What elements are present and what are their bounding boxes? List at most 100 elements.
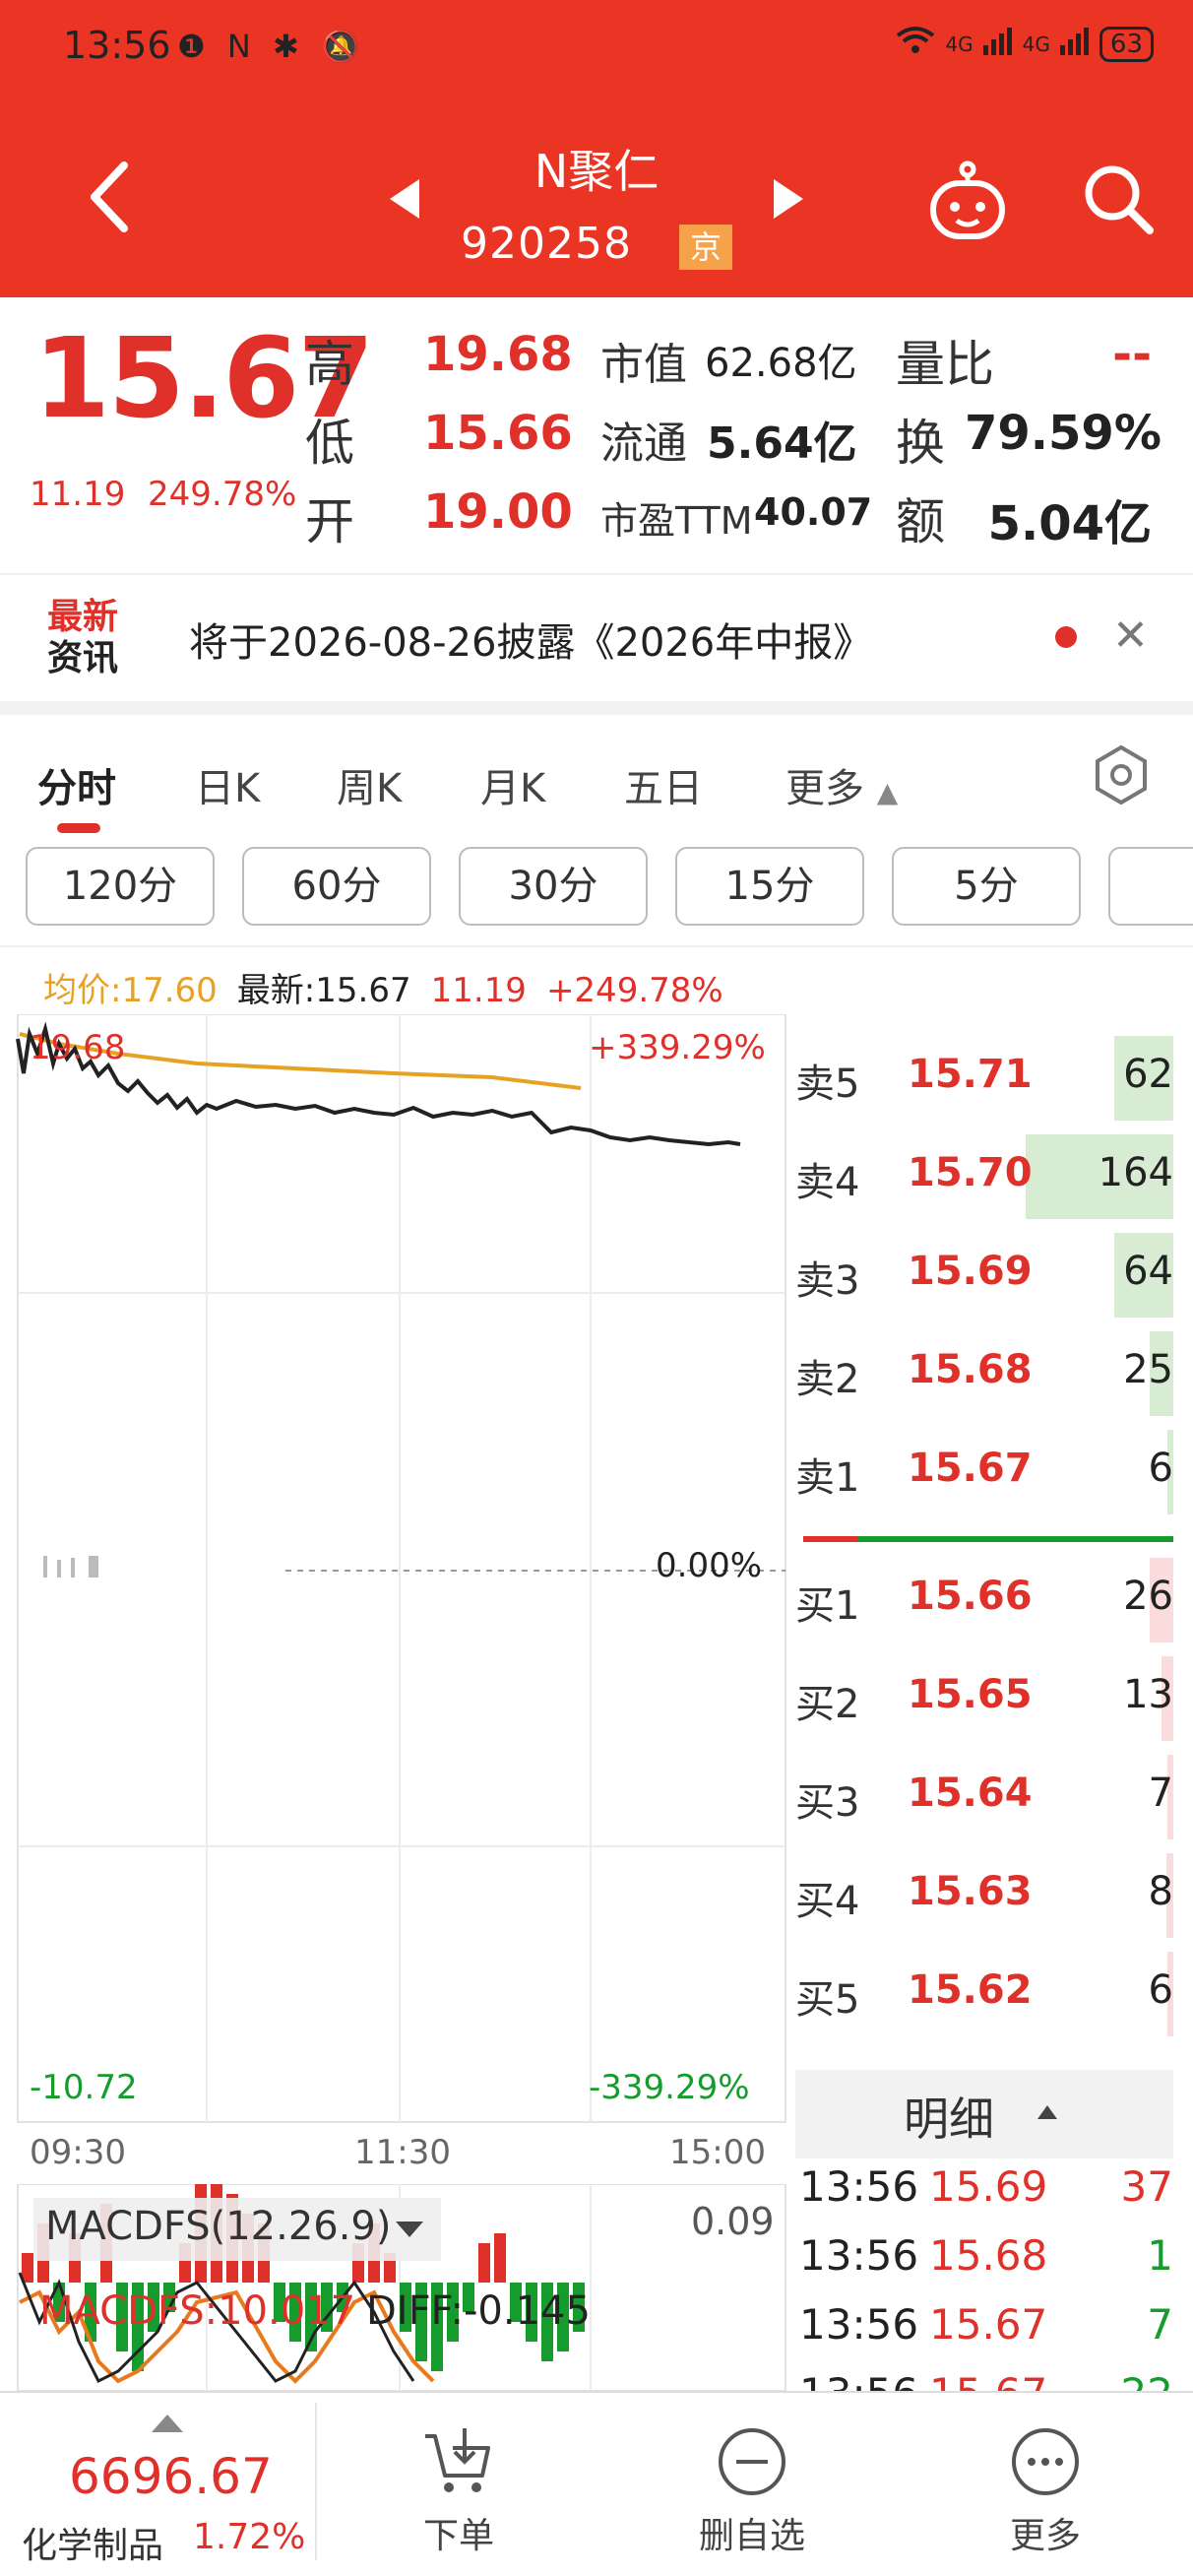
tab-daily-k[interactable]: 日K [195,756,260,813]
tab-monthly-k[interactable]: 月K [480,756,545,813]
interval-5[interactable]: 5分 [892,847,1081,926]
bid-label: 买3 [795,1780,860,1826]
float-value: 5.64亿 [707,419,857,469]
interval-30[interactable]: 30分 [459,847,648,926]
cart-download-icon [425,2428,490,2492]
sector-index-value[interactable]: 6696.67 [69,2448,273,2505]
pe-label: 市盈TTM [600,499,753,543]
axis-top-right: +339.29% [589,1028,766,1067]
bid-level-2[interactable]: 买2 15.65 13 [795,1644,1173,1743]
bid-price: 15.65 [908,1672,1033,1717]
vol-tick-4 [89,1556,98,1578]
active-tab-indicator [57,823,100,833]
news-text[interactable]: 将于2026-08-26披露《2026年中报》 [189,611,872,668]
chevron-down-icon[interactable] [396,2222,423,2237]
status-bar: 13:56 ❶ N ✱ 🔕 4G 4G 63 [0,0,1193,98]
axis-bottom-right: -339.29% [589,2068,750,2107]
bid-ask-separator-red [803,1536,858,1542]
more-button[interactable]: 更多 [947,2422,1144,2560]
signal-icon-2 [1059,26,1090,63]
volume-ratio-label: 量比 [896,336,994,393]
pe-value: 40.07 [754,490,873,534]
ask-label: 卖3 [795,1258,860,1304]
ask-level-2[interactable]: 卖2 15.68 25 [795,1320,1173,1418]
ask-level-1[interactable]: 卖1 15.67 6 [795,1418,1173,1516]
vol-tick-1 [43,1556,47,1578]
trade-price: 15.69 [929,2162,1048,2211]
amount-label: 额 [896,493,945,550]
signal-4g-label-2: 4G [1022,32,1050,56]
bid-level-1[interactable]: 买1 15.66 26 [795,1546,1173,1644]
next-stock-button[interactable] [774,179,803,219]
trade-detail-header[interactable]: 明细 [795,2070,1173,2158]
status-right: 4G 4G 63 [896,26,1154,63]
high-value: 19.68 [423,327,573,382]
interval-120[interactable]: 120分 [26,847,215,926]
amount-value: 5.04亿 [987,496,1152,551]
ask-volume: 164 [1098,1150,1173,1195]
order-button[interactable]: 下单 [360,2422,557,2560]
ask-level-5[interactable]: 卖5 15.71 62 [795,1024,1173,1123]
axis-bottom-left: -10.72 [30,2068,138,2107]
close-icon[interactable]: ✕ [1112,611,1149,661]
volume-ratio-value: -- [1112,327,1152,382]
tab-five-day[interactable]: 五日 [624,756,703,813]
ask-level-4[interactable]: 卖4 15.70 164 [795,1123,1173,1221]
order-book[interactable]: 卖5 15.71 62 卖4 15.70 164 卖3 15.69 64 卖2 15.68 25 卖1 1… [795,1024,1193,2038]
battery-indicator: 63 [1099,27,1154,62]
macd-diff-text: DIFF:-0.145 [366,2288,591,2334]
news-logo-line1: 最新 [47,597,119,637]
news-banner[interactable]: 最新 资讯 将于2026-08-26披露《2026年中报》 [0,573,1193,701]
remove-watchlist-label: 删自选 [698,2516,805,2556]
robot-assistant-icon[interactable] [923,158,1012,246]
macd-value-text: MACDFS:10.017 [39,2288,356,2334]
remove-watchlist-button[interactable]: 删自选 [654,2422,850,2560]
ask-price: 15.70 [908,1150,1033,1195]
exchange-badge: 京 [679,225,732,270]
trade-detail-title: 明细 [904,2093,994,2146]
bid-level-3[interactable]: 买3 15.64 7 [795,1743,1173,1841]
bid-price: 15.64 [908,1771,1033,1816]
ask-level-3[interactable]: 卖3 15.69 64 [795,1221,1173,1320]
bid-price: 15.62 [908,1967,1033,2013]
trade-price: 15.67 [929,2300,1048,2349]
settings-hex-icon[interactable] [1091,744,1152,805]
bid-volume: 26 [1123,1574,1173,1619]
axis-mid-right: 0.00% [656,1546,763,1585]
macd-selector-label[interactable]: MACDFS(12.26.9) [45,2204,391,2249]
toolbar-separator [315,2403,317,2560]
ask-volume: 62 [1123,1052,1173,1097]
bid-volume: 7 [1148,1771,1173,1816]
float-label: 流通 [600,419,687,469]
open-label: 开 [305,493,354,550]
bid-volume: 13 [1123,1672,1173,1717]
trade-time: 13:56 [799,2300,919,2349]
expand-up-icon[interactable] [152,2415,183,2432]
more-button-label: 更多 [1009,2516,1081,2556]
time-mid: 11:30 [354,2133,451,2172]
interval-60[interactable]: 60分 [242,847,431,926]
tab-weekly-k[interactable]: 周K [337,756,402,813]
unread-dot [1055,626,1077,648]
bid-level-4[interactable]: 买4 15.63 8 [795,1841,1173,1940]
bid-label: 买5 [795,1977,860,2023]
interval-15[interactable]: 15分 [675,847,864,926]
ask-price: 15.68 [908,1347,1033,1392]
sector-index-name[interactable]: 化学制品 [22,2517,163,2568]
high-label: 高 [305,336,354,393]
tab-intraday[interactable]: 分时 [37,756,116,813]
trade-row: 13:56 15.67 7 [799,2300,1173,2369]
bid-label: 买1 [795,1583,860,1629]
tab-more-label: 更多 [785,766,864,811]
low-value: 15.66 [423,406,573,461]
price-change: 11.19 [30,475,126,514]
stock-code: 920258 [461,219,632,269]
sector-index-pct: 1.72% [193,2517,306,2557]
macd-bar [478,2243,490,2283]
tab-more[interactable]: 更多 ▲ [785,756,898,813]
search-icon[interactable] [1079,160,1158,238]
vol-tick-2 [57,1560,61,1578]
interval-tabs: 120分 60分 30分 15分 5分 1 [0,847,1193,935]
interval-1[interactable]: 1 [1108,847,1193,926]
bid-level-5[interactable]: 买5 15.62 6 [795,1940,1173,2038]
